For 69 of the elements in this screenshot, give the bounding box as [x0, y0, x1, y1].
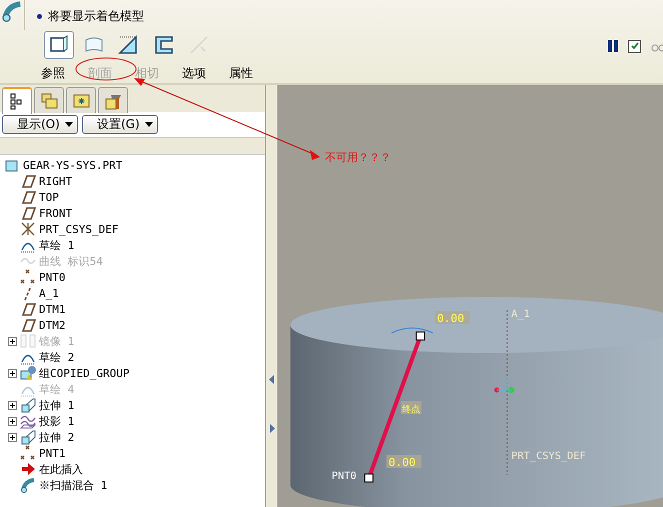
- dropdown-button[interactable]: 显示(O): [2, 115, 78, 134]
- tree-item[interactable]: PNT1: [39, 446, 66, 460]
- extrude-icon: [20, 397, 36, 413]
- handle[interactable]: [364, 474, 374, 482]
- thicken-icon: [152, 33, 176, 57]
- tree-item[interactable]: 拉伸 2: [39, 430, 74, 444]
- tree-item[interactable]: 草绘 1: [39, 238, 74, 252]
- plane-icon: [20, 189, 36, 205]
- expand-arrow-icon[interactable]: [268, 424, 274, 433]
- plane-icon: [20, 301, 36, 317]
- csys-icon: [20, 221, 36, 237]
- tree-item[interactable]: ※扫描混合 1: [39, 478, 108, 492]
- tree-item[interactable]: FRONT: [39, 206, 72, 220]
- bullet-icon: [37, 14, 42, 19]
- sweep-feature-icon: [1, 0, 23, 22]
- panel-tab[interactable]: 参照: [37, 63, 84, 82]
- tree-item[interactable]: PRT_CSYS_DEF: [39, 222, 118, 236]
- tree-item[interactable]: TOP: [39, 190, 59, 204]
- panel-tab[interactable]: 属性: [225, 63, 272, 82]
- tree-item[interactable]: PNT0: [39, 270, 66, 284]
- tree-item[interactable]: DTM2: [39, 318, 66, 332]
- tree-item[interactable]: GEAR-YS-SYS.PRT: [23, 158, 122, 172]
- mirror-icon: [20, 333, 36, 349]
- tree-item[interactable]: 草绘 2: [39, 350, 74, 364]
- folders-tab[interactable]: [34, 87, 64, 113]
- expand-icon[interactable]: [8, 432, 17, 442]
- expand-icon[interactable]: [8, 416, 17, 426]
- point-label: 终点: [402, 405, 420, 415]
- insert-icon: [20, 461, 36, 477]
- sweep-icon: [20, 477, 36, 493]
- point-icon: [20, 269, 36, 285]
- handle[interactable]: [416, 332, 426, 340]
- projection-icon: [20, 413, 36, 429]
- tree-tab[interactable]: [2, 87, 32, 114]
- plane-icon: [20, 205, 36, 221]
- pause-icon[interactable]: [608, 40, 618, 52]
- tree-item[interactable]: 拉伸 1: [39, 398, 74, 412]
- dropdown-button[interactable]: 设置(G): [82, 115, 158, 134]
- plane-icon: [20, 317, 36, 333]
- caret-icon: [144, 122, 153, 127]
- preview-checkbox[interactable]: [628, 40, 641, 52]
- panel-tab[interactable]: 选项: [178, 63, 225, 82]
- point-label: PNT0: [332, 471, 357, 482]
- tree-item[interactable]: 投影 1: [39, 414, 74, 428]
- tree-item[interactable]: A_1: [39, 286, 59, 300]
- tools-tab[interactable]: [98, 87, 128, 113]
- collapse-arrow-icon[interactable]: [268, 375, 274, 384]
- favorites-tab[interactable]: [66, 87, 96, 113]
- folders-icon: [40, 91, 58, 110]
- csys-label: PRT_CSYS_DEF: [511, 451, 586, 462]
- csys-icon: [494, 376, 514, 393]
- expand-icon[interactable]: [8, 400, 17, 410]
- tree-item[interactable]: 在此插入: [39, 462, 83, 476]
- extrude-icon: [20, 429, 36, 445]
- solid-tool-button[interactable]: [44, 31, 74, 59]
- dimension-label: 0.00: [436, 312, 464, 325]
- plane-icon: [20, 173, 36, 189]
- tree-item[interactable]: DTM1: [39, 302, 66, 316]
- highlight-ellipse: [76, 58, 136, 80]
- annotation-text: 不可用？？？: [325, 150, 391, 165]
- prompt-text: 将要显示着色模型: [48, 8, 144, 25]
- expand-icon[interactable]: [8, 368, 17, 378]
- dimension-label: 0.00: [388, 456, 416, 469]
- axis-label: A_1: [511, 309, 530, 320]
- tree-item[interactable]: RIGHT: [39, 174, 72, 188]
- caret-icon: [64, 122, 73, 127]
- group-icon: [20, 365, 36, 381]
- point-icon: [20, 445, 36, 461]
- tree-item[interactable]: 组COPIED_GROUP: [39, 366, 130, 380]
